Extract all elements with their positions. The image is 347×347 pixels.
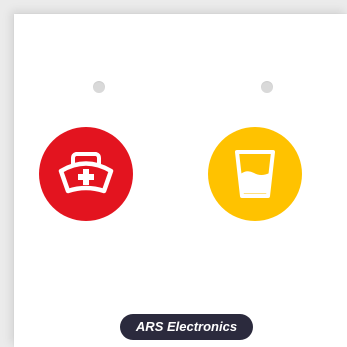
indicator-led-water <box>261 81 273 93</box>
water-call-button[interactable] <box>208 127 302 221</box>
indicator-led-nurse <box>93 81 105 93</box>
brand-badge: ARS Electronics <box>120 314 253 340</box>
nurse-call-button[interactable] <box>39 127 133 221</box>
water-glass-icon <box>235 150 275 198</box>
call-panel <box>14 14 347 347</box>
nurse-cap-icon <box>58 152 114 194</box>
